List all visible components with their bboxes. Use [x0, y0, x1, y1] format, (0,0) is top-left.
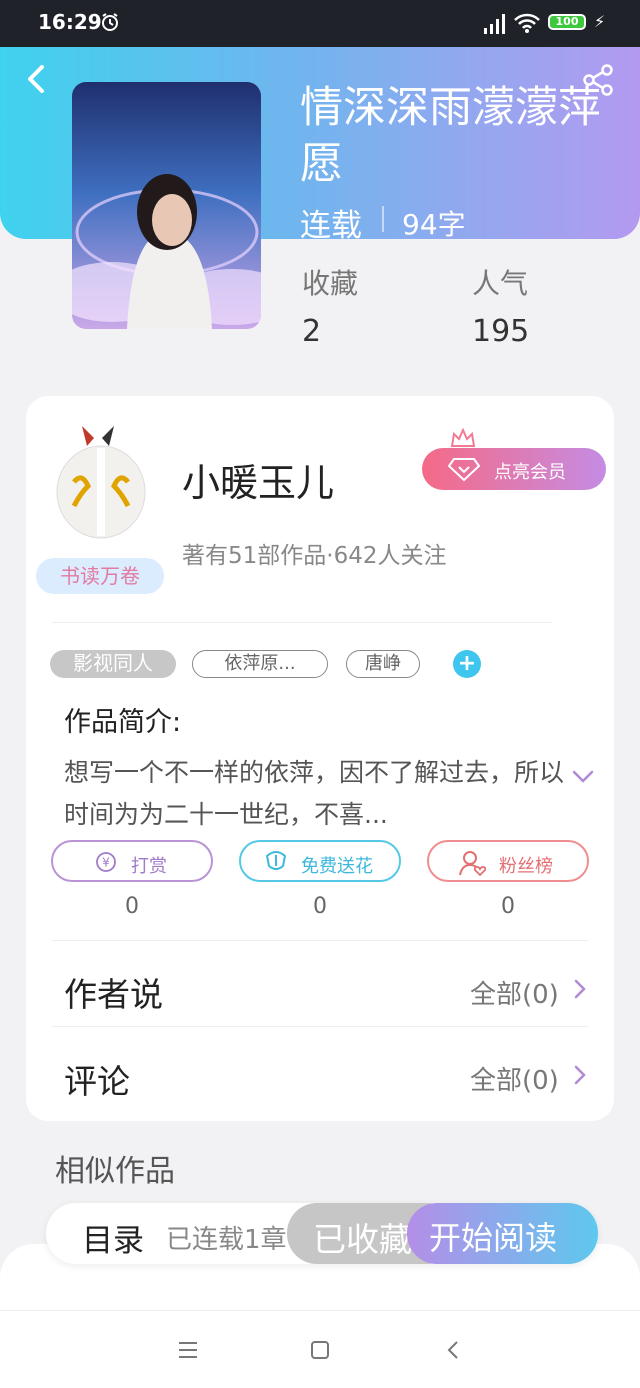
flower-icon	[265, 851, 287, 870]
system-nav-bar	[0, 1310, 640, 1388]
reward-count: 0	[125, 894, 139, 919]
free-flower-button[interactable]: 免费送花	[239, 840, 401, 882]
favorites-label: 收藏	[302, 267, 359, 300]
free-flower-label: 免费送花	[301, 856, 373, 877]
start-reading-button[interactable]: 开始阅读	[407, 1203, 598, 1264]
collected-label: 已收藏	[313, 1220, 412, 1259]
status-bar: 16:29 100 ⚡	[0, 0, 640, 47]
popularity-label: 人气	[472, 267, 529, 300]
author-name[interactable]: 小暖玉儿	[182, 452, 334, 507]
author-level-badge: 书读万卷	[36, 558, 164, 594]
vip-button[interactable]: 点亮会员	[422, 448, 606, 490]
author-notes-title[interactable]: 作者说	[64, 968, 163, 1016]
chevron-right-icon[interactable]	[573, 978, 587, 1000]
fans-icon	[459, 851, 487, 877]
status-time: 16:29	[38, 10, 102, 34]
popularity-value: 195	[472, 314, 530, 349]
author-avatar[interactable]	[52, 424, 150, 544]
home-icon[interactable]	[310, 1340, 330, 1360]
battery-icon: 100	[548, 14, 586, 30]
start-reading-label: 开始阅读	[429, 1219, 558, 1257]
favorites-value: 2	[302, 314, 322, 349]
author-info: 著有51部作品·642人关注	[182, 543, 447, 569]
menu-icon[interactable]	[178, 1341, 198, 1359]
intro-text: 想写一个不一样的依萍，因不了解过去，所以时间为为二十一世纪，不喜...	[64, 758, 565, 829]
chapter-count[interactable]: 已连载1章	[166, 1219, 294, 1256]
similar-works-heading: 相似作品	[55, 1154, 175, 1189]
vip-button-label: 点亮会员	[494, 462, 566, 483]
fan-ranking-label: 粉丝榜	[499, 856, 553, 877]
status-divider	[382, 206, 384, 232]
charging-icon: ⚡	[594, 12, 606, 31]
flower-count: 0	[313, 894, 327, 919]
chevron-right-icon[interactable]	[573, 1064, 587, 1086]
reward-button[interactable]: ¥ 打赏	[51, 840, 213, 882]
comments-title[interactable]: 评论	[64, 1055, 130, 1103]
comments-all[interactable]: 全部(0)	[470, 1060, 559, 1097]
fan-count: 0	[501, 894, 515, 919]
intro-heading: 作品简介:	[64, 707, 182, 738]
yen-icon: ¥	[96, 852, 116, 872]
word-count: 94字	[402, 208, 466, 241]
divider	[52, 1026, 588, 1027]
diamond-icon	[448, 458, 480, 481]
book-status: 连载	[300, 208, 362, 244]
tag-category[interactable]: 影视同人	[50, 650, 176, 678]
svg-text:¥: ¥	[102, 856, 110, 870]
alarm-icon	[102, 13, 118, 31]
back-nav-icon[interactable]	[446, 1339, 460, 1361]
fan-ranking-button[interactable]: 粉丝榜	[427, 840, 589, 882]
author-notes-all[interactable]: 全部(0)	[470, 974, 559, 1011]
back-button[interactable]	[22, 62, 52, 96]
book-title: 情深深雨濛濛萍愿	[300, 83, 601, 189]
add-tag-button[interactable]: +	[453, 650, 481, 678]
chevron-down-icon[interactable]	[572, 770, 594, 784]
divider	[52, 622, 552, 623]
crown-icon	[450, 428, 476, 447]
table-of-contents-button[interactable]: 目录	[82, 1215, 144, 1260]
tag-item[interactable]: 唐峥	[346, 650, 420, 678]
book-cover[interactable]	[72, 82, 261, 329]
tag-item[interactable]: 依萍原...	[192, 650, 328, 678]
wifi-icon	[514, 13, 540, 33]
reward-label: 打赏	[131, 856, 167, 877]
signal-icon	[484, 14, 505, 34]
divider	[52, 940, 588, 941]
